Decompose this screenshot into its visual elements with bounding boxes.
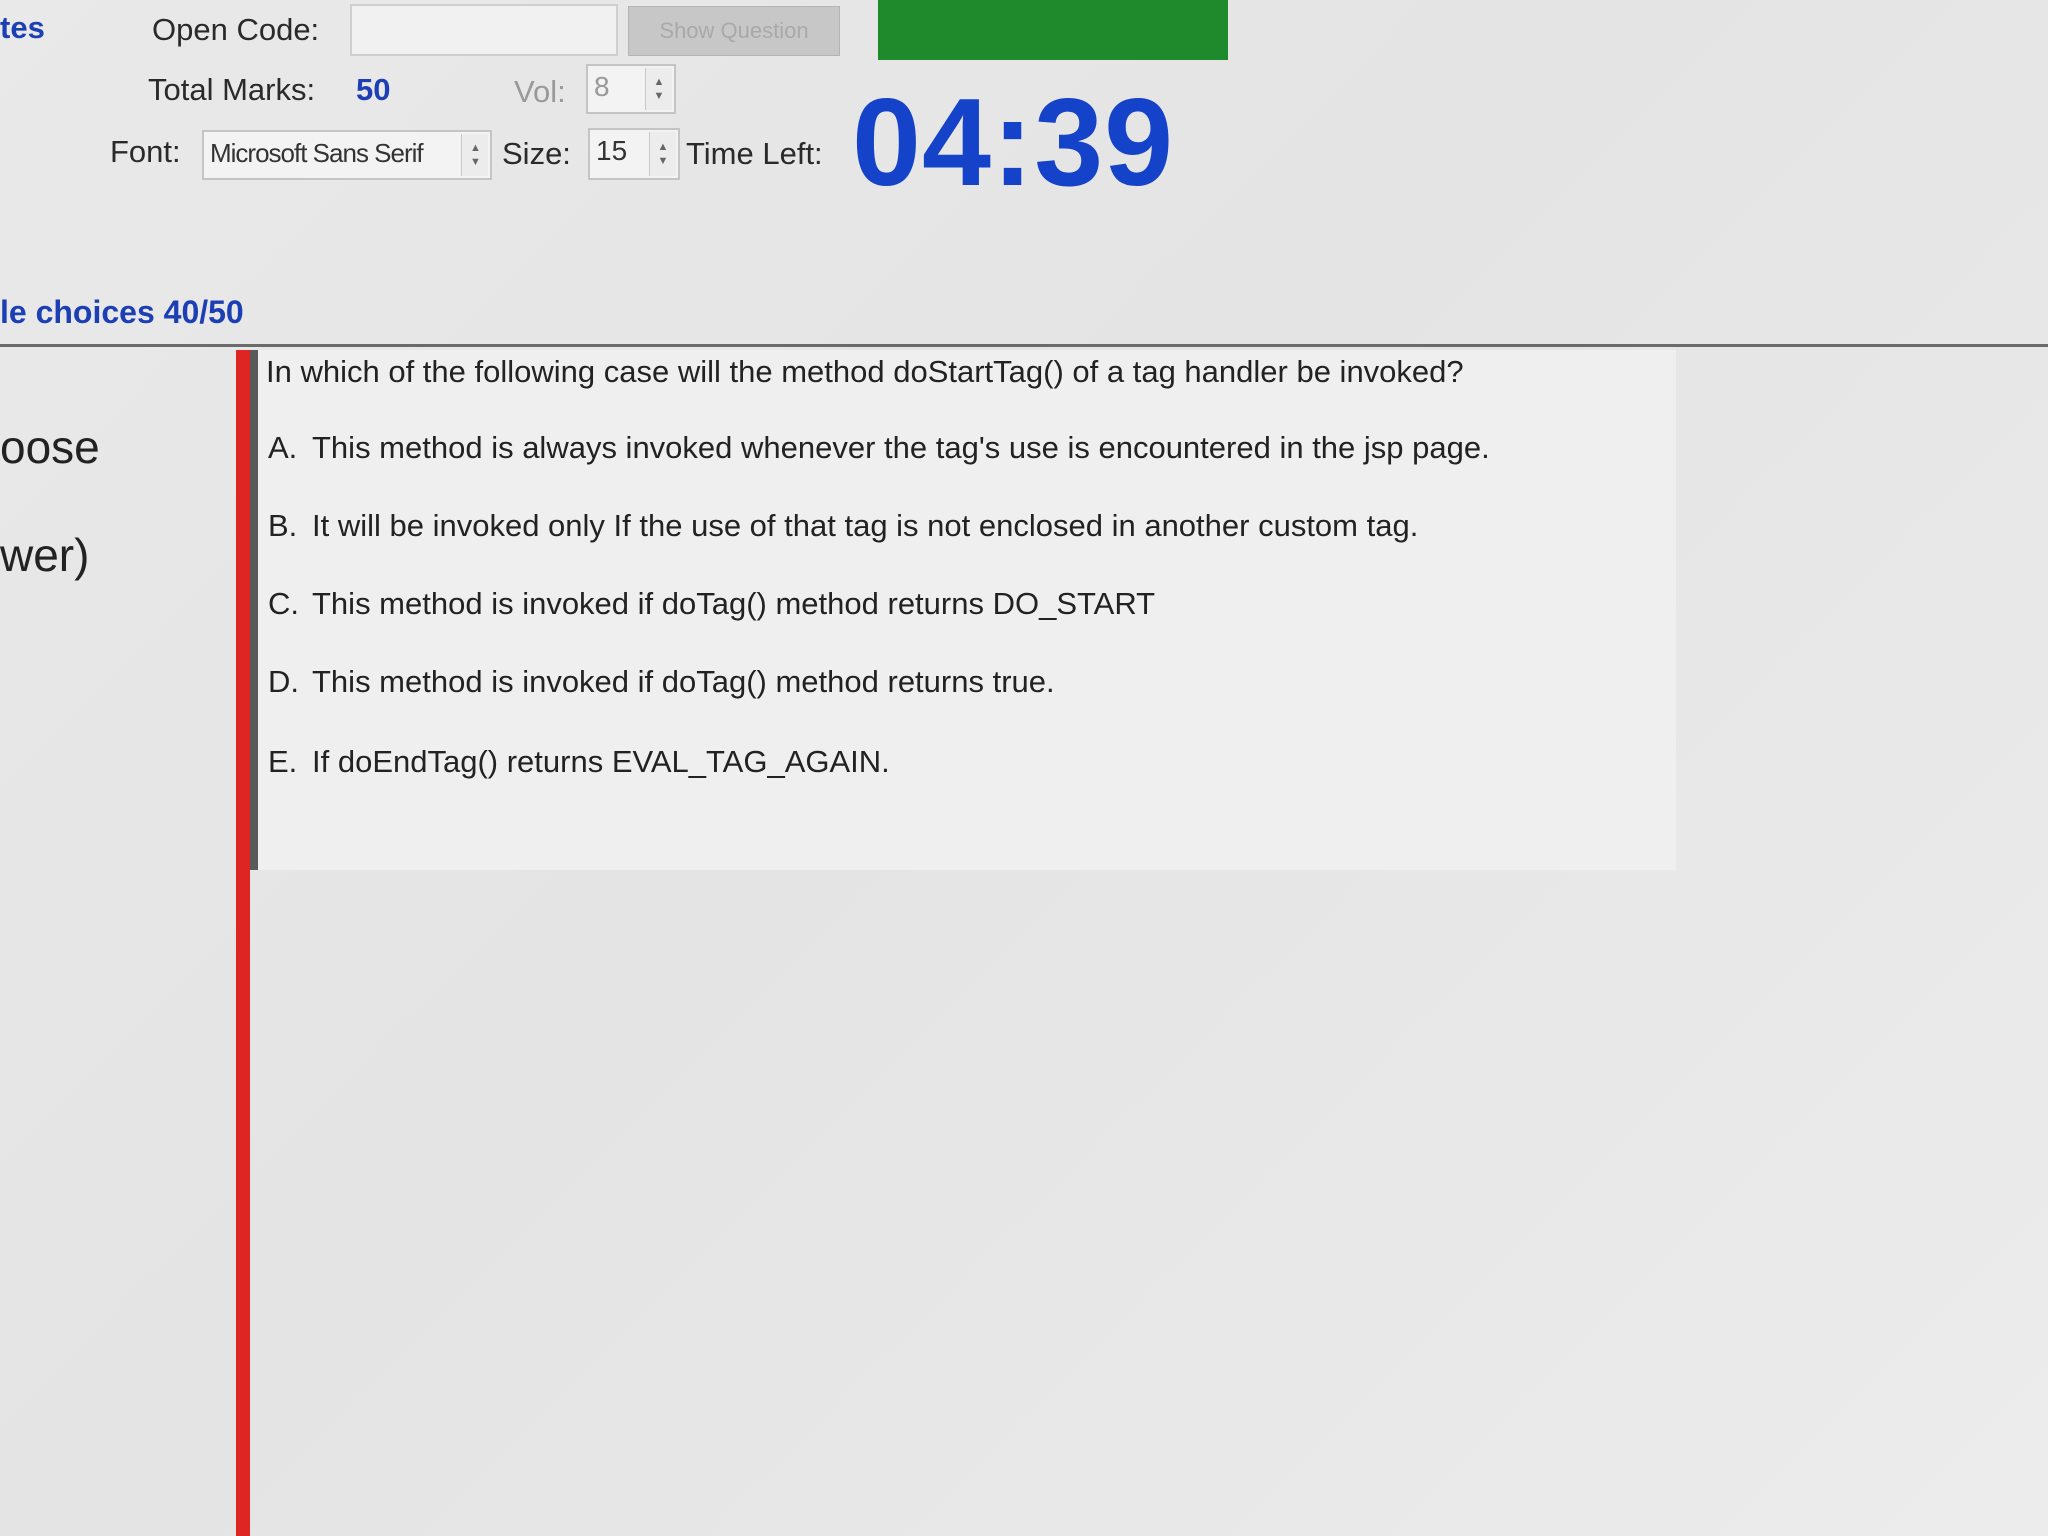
- instruction-line-1: oose: [0, 421, 100, 473]
- option-b[interactable]: B. It will be invoked only If the use of …: [268, 508, 1418, 544]
- size-spinner[interactable]: 15 ▲ ▼: [588, 128, 680, 180]
- volume-spinner[interactable]: 8 ▲ ▼: [586, 64, 676, 114]
- volume-label: Vol:: [514, 74, 566, 109]
- partial-tab-label[interactable]: tes: [0, 10, 45, 46]
- open-code-input[interactable]: [350, 4, 618, 56]
- option-text: This method is always invoked whenever t…: [312, 430, 1490, 465]
- option-text: This method is invoked if doTag() method…: [312, 664, 1055, 699]
- option-letter: B.: [268, 508, 298, 543]
- exam-window: tes Open Code: Show Question Total Marks…: [0, 0, 2048, 1536]
- question-text: In which of the following case will the …: [266, 354, 1464, 389]
- instruction-line-2: wer): [0, 529, 90, 581]
- font-label: Font:: [110, 134, 181, 169]
- option-letter: E.: [268, 744, 298, 779]
- volume-value: 8: [594, 71, 610, 102]
- size-spin-arrows-icon[interactable]: ▲ ▼: [649, 132, 676, 176]
- option-text: This method is invoked if doTag() method…: [312, 586, 1156, 621]
- total-marks-value: 50: [356, 72, 391, 107]
- option-letter: D.: [268, 664, 299, 699]
- size-label: Size:: [502, 136, 571, 171]
- size-value: 15: [596, 135, 628, 166]
- option-a[interactable]: A. This method is always invoked whenever…: [268, 430, 1490, 466]
- font-selector[interactable]: Microsoft Sans Serif ▲ ▼: [202, 130, 492, 180]
- option-e[interactable]: E. If doEndTag() returns EVAL_TAG_AGAIN.: [268, 744, 890, 780]
- status-indicator: [878, 0, 1228, 60]
- option-text: If doEndTag() returns EVAL_TAG_AGAIN.: [312, 744, 890, 779]
- time-left-label: Time Left:: [686, 136, 823, 171]
- option-letter: C.: [268, 586, 299, 621]
- countdown-timer: 04:39: [852, 74, 1175, 212]
- option-c[interactable]: C. This method is invoked if doTag() meth…: [268, 586, 1155, 622]
- volume-spin-arrows-icon[interactable]: ▲ ▼: [645, 68, 672, 110]
- option-d[interactable]: D. This method is invoked if doTag() meth…: [268, 664, 1055, 700]
- total-marks-label: Total Marks:: [148, 72, 316, 107]
- question-panel: In which of the following case will the …: [250, 350, 1676, 870]
- question-marker-bar: [236, 350, 250, 1536]
- show-question-button[interactable]: Show Question: [628, 6, 840, 56]
- open-code-label: Open Code:: [152, 12, 320, 47]
- option-letter: A.: [268, 430, 298, 465]
- font-value: Microsoft Sans Serif: [210, 138, 424, 168]
- option-text: It will be invoked only If the use of th…: [312, 508, 1419, 543]
- divider: [0, 344, 2048, 347]
- question-progress: le choices 40/50: [0, 294, 244, 330]
- font-spin-arrows-icon[interactable]: ▲ ▼: [461, 134, 488, 176]
